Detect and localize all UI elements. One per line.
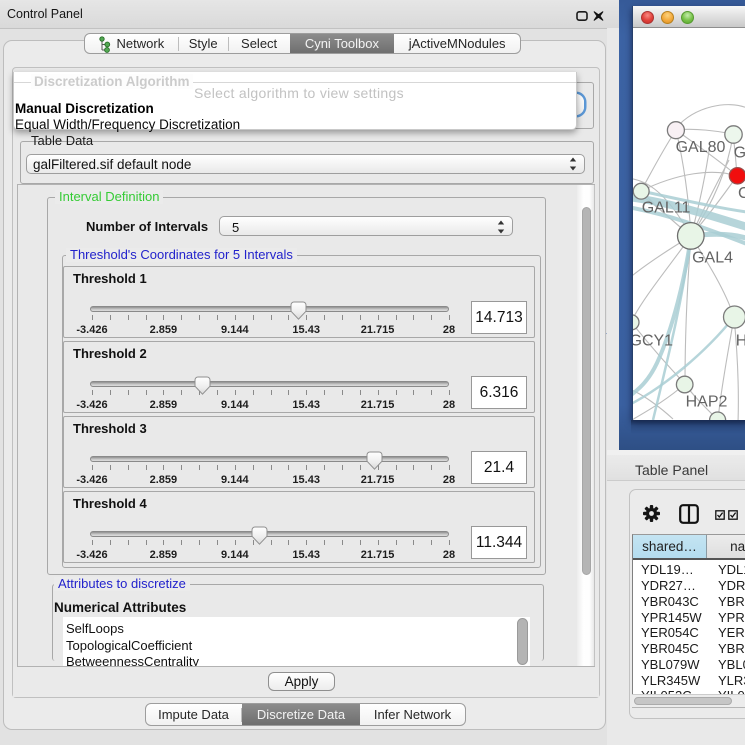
svg-text:GAL11: GAL11: [642, 200, 691, 217]
svg-text:GCY1: GCY1: [633, 332, 673, 349]
svg-text:GAL80: GAL80: [676, 139, 726, 156]
svg-text:GAL4: GAL4: [692, 250, 733, 267]
svg-text:C: C: [738, 185, 745, 202]
svg-text:H: H: [736, 333, 745, 350]
svg-text:GA: GA: [734, 145, 745, 162]
svg-text:HAP2: HAP2: [686, 394, 728, 411]
